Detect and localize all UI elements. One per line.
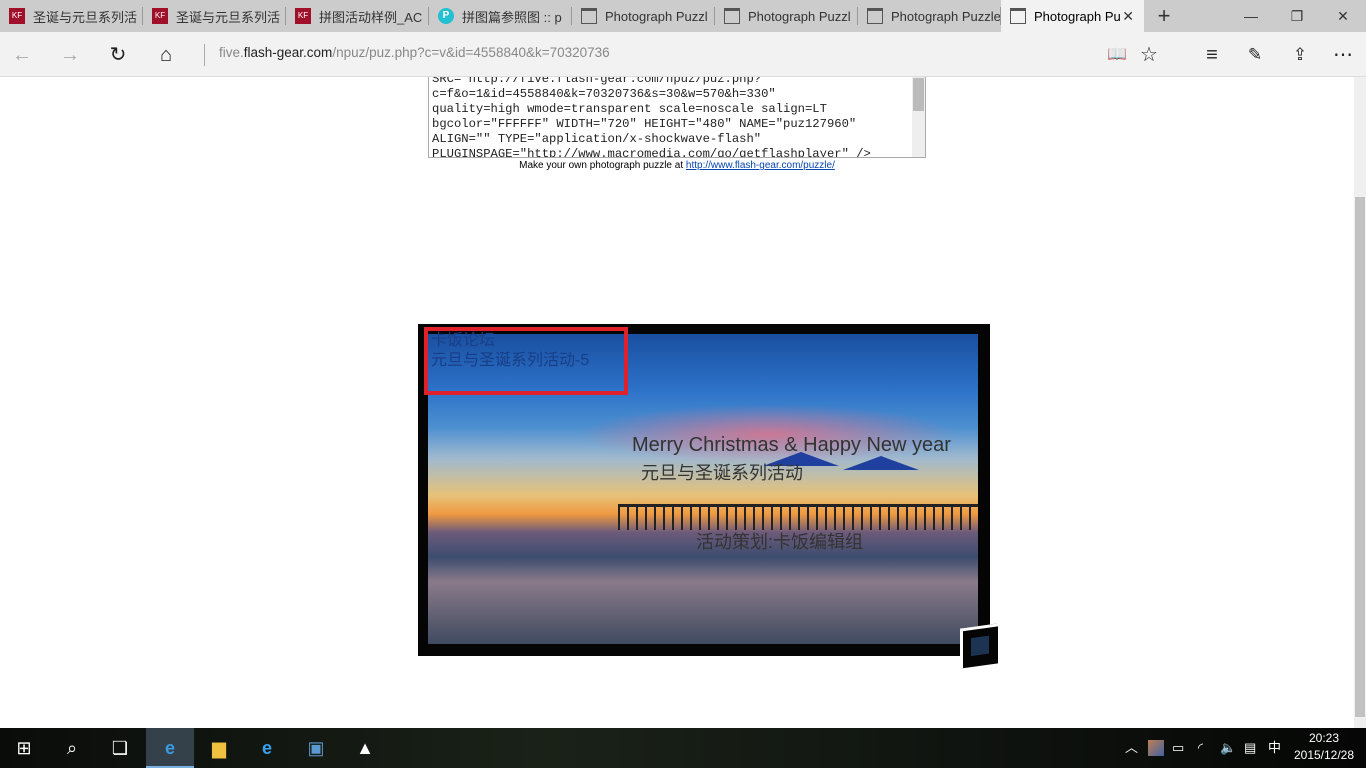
embed-code-textarea[interactable]: SRC="http://five.flash-gear.com/npuz/puz… xyxy=(428,77,926,158)
edge-icon[interactable]: e xyxy=(146,728,194,768)
tab-6[interactable]: Photograph Puzzl xyxy=(715,0,858,32)
show-hidden-icons[interactable]: ︿ xyxy=(1125,728,1138,768)
page-content: SRC="http://five.flash-gear.com/npuz/puz… xyxy=(0,77,1354,728)
page-icon xyxy=(1010,8,1026,24)
clock[interactable]: 20:23 2015/12/28 xyxy=(1284,730,1364,764)
textarea-scrollbar[interactable] xyxy=(912,77,925,157)
tab-7[interactable]: Photograph Puzzle xyxy=(858,0,1001,32)
ime-indicator[interactable]: 中 xyxy=(1268,728,1281,768)
tab-8-active[interactable]: Photograph Pu ✕ xyxy=(1001,0,1144,32)
tray-app-icon[interactable] xyxy=(1148,740,1164,756)
photos-icon[interactable]: ▲ xyxy=(341,728,389,768)
start-windows-icon[interactable]: ⊞ xyxy=(0,728,48,768)
tab-5[interactable]: Photograph Puzzl xyxy=(572,0,715,32)
url-prefix: five. xyxy=(219,45,244,60)
tab-label: 圣诞与元旦系列活 xyxy=(33,9,138,25)
scrollbar-thumb[interactable] xyxy=(1355,197,1365,717)
address-bar[interactable]: five.flash-gear.com/npuz/puz.php?c=v&id=… xyxy=(204,44,610,66)
page-icon xyxy=(867,8,883,24)
action-center-icon[interactable]: ▤ xyxy=(1244,728,1256,768)
p-logo-icon: P xyxy=(438,8,454,24)
share-icon[interactable]: ⇪ xyxy=(1285,40,1315,70)
puzzle-piece[interactable] xyxy=(960,623,998,669)
event-title-text: 元旦与圣诞系列活动 xyxy=(641,463,803,483)
more-icon[interactable]: ⋯ xyxy=(1328,40,1358,70)
navigation-bar: ← → ↻ ⌂ five.flash-gear.com/npuz/puz.php… xyxy=(0,32,1366,77)
tab-label: 拼图篇参照图 :: p xyxy=(462,9,562,25)
highlight-box: 卡饭论坛元旦与圣诞系列活动-5 xyxy=(424,327,628,395)
tab-label: 圣诞与元旦系列活 xyxy=(176,9,281,25)
new-tab-button[interactable]: + xyxy=(1144,0,1184,32)
organizer-text: 活动策划:卡饭编辑组 xyxy=(696,532,864,552)
restore-button[interactable]: ❐ xyxy=(1274,0,1320,32)
url-path: /npuz/puz.php?c=v&id=4558840&k=70320736 xyxy=(332,45,610,60)
internet-explorer-icon[interactable]: e xyxy=(243,728,291,768)
puzzle-board[interactable]: Merry Christmas & Happy New year 元旦与圣诞系列… xyxy=(418,324,990,656)
embed-code-text: SRC="http://five.flash-gear.com/npuz/puz… xyxy=(432,77,871,158)
clock-date: 2015/12/28 xyxy=(1293,748,1355,762)
clock-time: 20:23 xyxy=(1308,731,1340,745)
app-icon[interactable]: ▣ xyxy=(292,728,340,768)
corner-text-1: 卡饭论坛 xyxy=(431,332,496,349)
close-window-button[interactable]: ✕ xyxy=(1320,0,1366,32)
tab-label: Photograph Pu xyxy=(1034,8,1121,24)
wifi-icon[interactable]: ◜ xyxy=(1198,728,1203,768)
page-scrollbar[interactable] xyxy=(1354,77,1366,728)
tab-label: Photograph Puzzle xyxy=(891,8,1001,24)
tab-label: Photograph Puzzl xyxy=(605,8,708,24)
web-note-icon[interactable]: ✎ xyxy=(1240,40,1270,70)
search-icon[interactable]: ⌕ xyxy=(48,728,96,768)
site-logo-icon: KF xyxy=(9,8,25,24)
taskbar: ⊞ ⌕ ❏ e ▆ e ▣ ▲ ︿ ▭ ◜ 🔈 ▤ 中 20:23 2015/12… xyxy=(0,728,1366,768)
page-icon xyxy=(581,8,597,24)
site-logo-icon: KF xyxy=(152,8,168,24)
corner-text-2: 元旦与圣诞系列活动-5 xyxy=(431,352,590,369)
close-tab-icon[interactable]: ✕ xyxy=(1122,8,1134,25)
volume-icon[interactable]: 🔈 xyxy=(1220,728,1236,768)
battery-icon[interactable]: ▭ xyxy=(1172,728,1184,768)
file-explorer-icon[interactable]: ▆ xyxy=(195,728,243,768)
task-view-icon[interactable]: ❏ xyxy=(96,728,144,768)
refresh-button[interactable]: ↻ xyxy=(103,40,133,70)
url-domain: flash-gear.com xyxy=(243,45,333,60)
tab-1[interactable]: KF 圣诞与元旦系列活 xyxy=(0,0,143,32)
credit-text: Make your own photograph puzzle at xyxy=(519,160,686,171)
tab-bar: KF 圣诞与元旦系列活 KF 圣诞与元旦系列活 KF 拼图活动样例_AC P 拼图篇参照… xyxy=(0,0,1366,32)
minimize-button[interactable]: — xyxy=(1228,0,1274,32)
tab-2[interactable]: KF 圣诞与元旦系列活 xyxy=(143,0,286,32)
forward-button[interactable]: → xyxy=(55,40,85,70)
home-button[interactable]: ⌂ xyxy=(151,40,181,70)
tab-4[interactable]: P 拼图篇参照图 :: p xyxy=(429,0,572,32)
page-icon xyxy=(724,8,740,24)
back-button[interactable]: ← xyxy=(7,40,37,70)
site-logo-icon: KF xyxy=(295,8,311,24)
favorite-star-icon[interactable]: ☆ xyxy=(1134,40,1164,70)
tab-label: Photograph Puzzl xyxy=(748,8,851,24)
credit-line: Make your own photograph puzzle at http:… xyxy=(0,160,1354,171)
puzzle-link[interactable]: http://www.flash-gear.com/puzzle/ xyxy=(686,160,835,171)
tab-3[interactable]: KF 拼图活动样例_AC xyxy=(286,0,429,32)
tab-label: 拼图活动样例_AC xyxy=(319,9,423,25)
hub-icon[interactable]: ≡ xyxy=(1197,40,1227,70)
reading-view-icon[interactable]: 📖 xyxy=(1102,40,1132,70)
greeting-text: Merry Christmas & Happy New year xyxy=(632,434,951,456)
